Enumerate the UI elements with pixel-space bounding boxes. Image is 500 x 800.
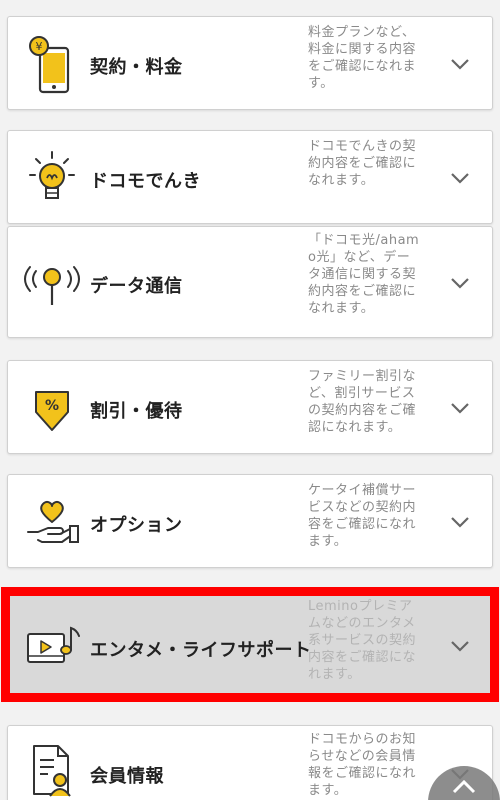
menu-item-contract-fee[interactable]: ¥ 契約・料金 料金プランなど、 料金に関する内容 をご確認になれま す。 (7, 16, 493, 110)
menu-item-description: ファミリー割引な ど、割引サービス の契約内容をご確 認になれます。 (308, 369, 417, 435)
member-document-icon (22, 740, 82, 800)
menu-item-title: オプション (90, 515, 183, 536)
menu-item-member-info[interactable]: 会員情報 ドコモからのお知 らせなどの会員情 報をご確認になれ ます。 (7, 725, 493, 800)
menu-item-description: 料金プランなど、 料金に関する内容 をご確認になれま す。 (308, 25, 417, 91)
menu-item-title: データ通信 (90, 276, 183, 297)
menu-item-options[interactable]: オプション ケータイ補償サー ビスなどの契約内 容をご確認になれ ます。 (7, 474, 493, 568)
chevron-up-icon (452, 779, 476, 794)
menu-item-description: ケータイ補償サー ビスなどの契約内 容をご確認になれ ます。 (308, 483, 417, 549)
menu-item-data-communication[interactable]: データ通信 「ドコモ光/aham o光」など、デー タ通信に関する契 約内容をご確認に… (7, 226, 493, 338)
svg-text:¥: ¥ (36, 40, 43, 53)
menu-item-title: 割引・優待 (90, 401, 183, 422)
heart-hand-icon (22, 492, 82, 552)
discount-tag-icon: % (22, 378, 82, 438)
menu-item-docomo-denki[interactable]: ドコモでんき ドコモでんきの契 約内容をご確認に なれます。 (7, 130, 493, 224)
menu-item-description: Leminoプレミア ムなどのエンタメ 系サービスの契約 内容をご確認にな れます。 (308, 599, 417, 682)
chevron-down-icon[interactable] (448, 52, 472, 76)
menu-item-title: 契約・料金 (90, 57, 183, 78)
video-music-icon (22, 616, 82, 676)
chevron-down-icon[interactable] (448, 166, 472, 190)
menu-item-title: 会員情報 (90, 766, 164, 787)
menu-item-title: ドコモでんき (90, 171, 201, 192)
menu-item-description: 「ドコモ光/aham o光」など、デー タ通信に関する契 約内容をご確認に なれます。 (308, 233, 420, 316)
smartphone-yen-icon: ¥ (22, 34, 82, 94)
menu-item-entertainment-life-support[interactable]: エンタメ・ライフサポート Leminoプレミア ムなどのエンタメ 系サービスの契約内… (7, 595, 493, 695)
chevron-down-icon[interactable] (448, 634, 472, 658)
menu-item-description: ドコモからのお知 らせなどの会員情 報をご確認になれ ます。 (308, 732, 417, 798)
menu-item-discount-benefits[interactable]: % 割引・優待 ファミリー割引な ど、割引サービス の契約内容をご確 認になれます。 (7, 360, 493, 454)
antenna-icon (22, 253, 82, 313)
menu-item-description: ドコモでんきの契 約内容をご確認に なれます。 (308, 139, 417, 188)
svg-text:%: % (45, 398, 59, 414)
chevron-down-icon[interactable] (448, 510, 472, 534)
menu-item-title: エンタメ・ライフサポート (90, 640, 312, 661)
lightbulb-icon (22, 148, 82, 208)
chevron-down-icon[interactable] (448, 396, 472, 420)
chevron-down-icon[interactable] (448, 271, 472, 295)
